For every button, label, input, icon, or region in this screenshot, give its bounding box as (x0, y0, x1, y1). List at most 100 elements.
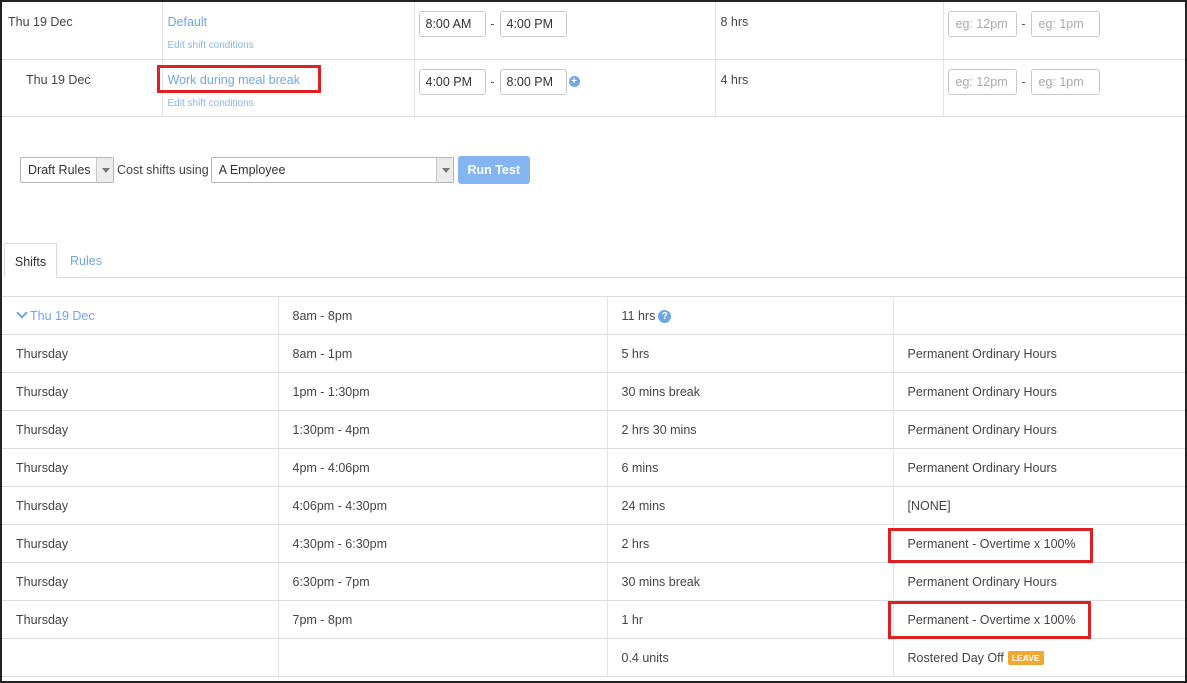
edit-shift-conditions-link[interactable]: Edit shift conditions (168, 98, 414, 109)
shift-end-input[interactable]: 8:00 PM (499, 68, 567, 95)
footer-empty (278, 638, 608, 677)
row-day: Thursday (2, 372, 279, 411)
row-category-cell: Permanent - Overtime x 100% (887, 600, 1185, 639)
table-row: Thursday 1:30pm - 4pm 2 hrs 30 mins Perm… (2, 410, 1185, 449)
rules-select[interactable]: Draft Rules (20, 157, 114, 183)
edit-shift-conditions-link[interactable]: Edit shift conditions (168, 40, 414, 51)
results-date-cell[interactable]: Thu 19 Dec (2, 296, 279, 335)
app-frame: Thu 19 Dec Default Edit shift conditions… (0, 0, 1187, 683)
table-row: Thursday 1pm - 1:30pm 30 mins break Perm… (2, 372, 1185, 411)
break-cell: eg: 12pm - eg: 1pm (943, 59, 1185, 117)
shift-date: Thu 19 Dec (2, 59, 163, 117)
row-category-cell: Permanent - Overtime x 100% (887, 524, 1185, 563)
break-start-input[interactable]: eg: 12pm (947, 11, 1017, 37)
row-category: Permanent - Overtime x 100% (907, 612, 1076, 627)
results-range: 8am - 8pm (278, 296, 608, 335)
table-row: Thursday 8am - 1pm 5 hrs Permanent Ordin… (2, 334, 1185, 373)
shift-hours: 4 hrs (715, 59, 944, 117)
time-separator: - (490, 74, 495, 89)
row-category: Permanent - Overtime x 100% (907, 536, 1076, 551)
row-duration: 5 hrs (607, 334, 894, 373)
add-shift-plus-icon[interactable]: + (568, 75, 580, 87)
row-duration: 24 mins (607, 486, 894, 525)
shift-row: Thu 19 Dec Work during meal break Edit s… (2, 59, 1185, 117)
test-controls: Draft Rules Cost shifts using A Employee… (20, 156, 530, 184)
row-category: Permanent Ordinary Hours (893, 410, 1185, 449)
run-test-button[interactable]: Run Test (457, 156, 530, 184)
footer-category: Rostered Day Off (907, 650, 1004, 665)
row-category: Permanent Ordinary Hours (893, 334, 1185, 373)
break-start-input[interactable]: eg: 12pm (947, 68, 1017, 95)
shift-end-input[interactable]: 4:00 PM (499, 11, 567, 37)
chevron-down-icon (435, 158, 453, 182)
row-category: Permanent Ordinary Hours (893, 372, 1185, 411)
shift-row: Thu 19 Dec Default Edit shift conditions… (2, 2, 1185, 60)
shift-date: Thu 19 Dec (2, 2, 163, 60)
row-category: Permanent Ordinary Hours (893, 448, 1185, 487)
results-category (893, 296, 1185, 335)
row-range: 8am - 1pm (278, 334, 608, 373)
footer-category-cell: Rostered Day Off LEAVE (893, 638, 1185, 677)
time-separator: - (490, 17, 495, 31)
row-duration: 30 mins break (607, 372, 894, 411)
table-row: Thursday 4:30pm - 6:30pm 2 hrs Permanent… (2, 524, 1185, 563)
shift-hours: 8 hrs (715, 2, 944, 60)
row-range: 4:06pm - 4:30pm (278, 486, 608, 525)
row-range: 7pm - 8pm (278, 600, 608, 639)
row-duration: 2 hrs 30 mins (607, 410, 894, 449)
row-day: Thursday (2, 486, 279, 525)
row-duration: 30 mins break (607, 562, 894, 601)
results-hours-cell: 11 hrs? (607, 296, 894, 335)
row-range: 1pm - 1:30pm (278, 372, 608, 411)
row-range: 6:30pm - 7pm (278, 562, 608, 601)
row-category: Permanent Ordinary Hours (893, 562, 1185, 601)
row-range: 1:30pm - 4pm (278, 410, 608, 449)
tab-shifts[interactable]: Shifts (4, 243, 57, 278)
tab-rules[interactable]: Rules (70, 243, 102, 278)
cost-shifts-label: Cost shifts using (117, 163, 209, 177)
chevron-down-icon (96, 158, 113, 182)
row-day: Thursday (2, 524, 279, 563)
shift-name-cell: Default Edit shift conditions (162, 2, 415, 60)
row-range: 4pm - 4:06pm (278, 448, 608, 487)
row-duration: 6 mins (607, 448, 894, 487)
help-icon[interactable]: ? (658, 309, 672, 323)
employee-select-value: A Employee (218, 163, 286, 177)
row-range: 4:30pm - 6:30pm (278, 524, 608, 563)
time-separator: - (1021, 17, 1026, 31)
row-duration: 1 hr (607, 600, 894, 639)
row-day: Thursday (2, 562, 279, 601)
table-row: Thursday 4:06pm - 4:30pm 24 mins [NONE] (2, 486, 1185, 525)
table-row: Thursday 7pm - 8pm 1 hr Permanent - Over… (2, 600, 1185, 639)
shift-name-cell: Work during meal break Edit shift condit… (156, 59, 415, 117)
shift-name-link[interactable]: Default (168, 15, 208, 29)
employee-select[interactable]: A Employee (210, 157, 454, 183)
row-day: Thursday (2, 448, 279, 487)
rules-select-value: Draft Rules (28, 163, 91, 177)
row-day: Thursday (2, 334, 279, 373)
results-date-link[interactable]: Thu 19 Dec (30, 309, 95, 323)
row-day: Thursday (2, 600, 279, 639)
chevron-down-icon (16, 306, 28, 319)
leave-badge: LEAVE (1007, 650, 1044, 665)
shift-start-input[interactable]: 8:00 AM (418, 11, 486, 37)
break-end-input[interactable]: eg: 1pm (1030, 11, 1100, 37)
time-separator: - (1021, 74, 1026, 89)
footer-empty (2, 638, 279, 677)
highlight-box (156, 64, 321, 93)
shift-time-cell: 4:00 PM -8:00 PM + (414, 59, 716, 117)
results-hours: 11 hrs (621, 308, 656, 323)
results-tabs: Shifts Rules (4, 243, 1185, 278)
row-duration: 2 hrs (607, 524, 894, 563)
results-footer-row: 0.4 units Rostered Day Off LEAVE (2, 638, 1185, 677)
shift-editor-table: Thu 19 Dec Default Edit shift conditions… (2, 2, 1185, 117)
results-header-row: Thu 19 Dec 8am - 8pm 11 hrs? (2, 296, 1185, 335)
break-end-input[interactable]: eg: 1pm (1030, 68, 1100, 95)
row-day: Thursday (2, 410, 279, 449)
footer-units: 0.4 units (607, 638, 894, 677)
table-row: Thursday 6:30pm - 7pm 30 mins break Perm… (2, 562, 1185, 601)
table-row: Thursday 4pm - 4:06pm 6 mins Permanent O… (2, 448, 1185, 487)
row-category: [NONE] (893, 486, 1185, 525)
break-cell: eg: 12pm - eg: 1pm (943, 2, 1185, 60)
shift-start-input[interactable]: 4:00 PM (418, 68, 486, 95)
